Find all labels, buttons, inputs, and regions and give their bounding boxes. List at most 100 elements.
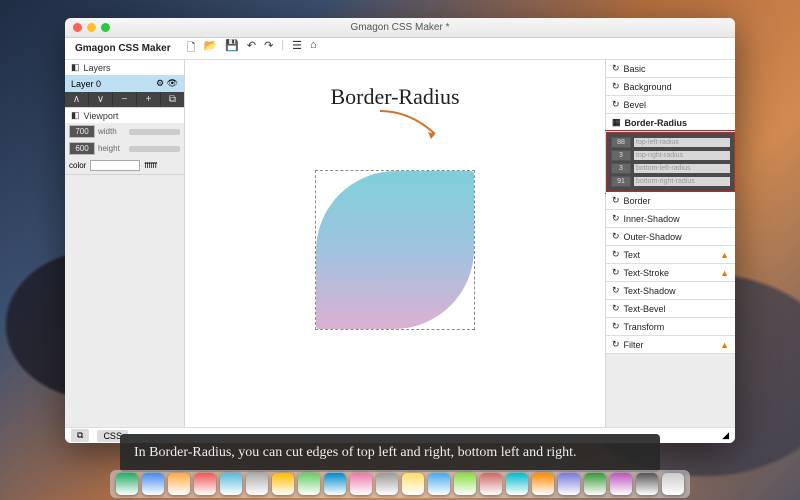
rss-icon[interactable]: ☰ [292,39,302,58]
dock-app-15[interactable] [506,473,528,495]
dock-app-1[interactable] [142,473,164,495]
right-sidebar: ↻Basic↻Background↻Bevel ▦ Border-Radius … [605,60,735,427]
accordion-border[interactable]: ↻Border [606,192,735,210]
minimize-icon[interactable] [87,23,96,32]
layer-controls: ∧ ∨ − + ⧉ [65,92,184,107]
layer-up-button[interactable]: ∧ [65,92,89,107]
accordion-text[interactable]: ↻Text▲ [606,246,735,264]
height-slider[interactable] [129,146,180,152]
viewport-panel-header[interactable]: ◧ Viewport [65,108,184,123]
layer-down-button[interactable]: ∨ [89,92,113,107]
dock-app-4[interactable] [220,473,242,495]
dock-app-14[interactable] [480,473,502,495]
tutorial-caption: In Border-Radius, you can cut edges of t… [120,434,660,472]
accordion-text-stroke[interactable]: ↻Text-Stroke▲ [606,264,735,282]
accordion-label: Outer-Shadow [624,232,682,242]
dock-app-11[interactable] [402,473,424,495]
border-radius-label: Border-Radius [625,118,688,128]
refresh-icon: ↻ [612,249,620,260]
dock-app-19[interactable] [610,473,632,495]
accordion-outer-shadow[interactable]: ↻ Outer-Shadow [606,228,735,246]
layer-item[interactable]: Layer 0 ⚙ 👁 [65,75,184,92]
tab-canvas[interactable]: ⧉ [71,429,89,442]
refresh-icon: ↻ [612,195,620,206]
dock-app-18[interactable] [584,473,606,495]
accordion-label: Transform [624,322,665,332]
arrow-down-icon: ◧ [71,62,80,73]
annotation-arrow [375,106,445,151]
redo-icon[interactable]: ↷ [264,39,273,58]
accordion-text-bevel[interactable]: ↻Text-Bevel [606,300,735,318]
layer-duplicate-button[interactable]: ⧉ [161,92,184,107]
dock-app-5[interactable] [246,473,268,495]
accordion-label: Text [624,250,641,260]
dock-app-8[interactable] [324,473,346,495]
accordion-inner-shadow[interactable]: ↻Inner-Shadow [606,210,735,228]
viewport-width-input[interactable] [69,125,95,138]
preview-shape [316,171,474,329]
titlebar[interactable]: Gmagon CSS Maker * [65,18,735,38]
dock-app-10[interactable] [376,473,398,495]
layer-add-button[interactable]: + [137,92,161,107]
top-right-radius-label: top-right-radius [634,151,730,160]
layer-remove-button[interactable]: − [113,92,137,107]
top-right-radius-input[interactable] [611,150,631,161]
refresh-icon: ↻ [612,231,620,242]
refresh-icon: ↻ [612,339,620,350]
eye-icon[interactable]: 👁 [167,78,178,88]
color-swatch[interactable] [90,160,140,171]
zoom-icon[interactable] [101,23,110,32]
refresh-icon: ↻ [612,321,620,332]
new-file-icon[interactable]: 🗋 [187,39,196,58]
bottom-left-radius-label: bottom-left-radius [634,164,730,173]
color-value: ffffff [144,161,157,170]
accordion-transform[interactable]: ↻ Transform [606,318,735,336]
dock-app-17[interactable] [558,473,580,495]
dock-app-3[interactable] [194,473,216,495]
left-sidebar: ◧ Layers Layer 0 ⚙ 👁 ∧ ∨ − + ⧉ ◧ [65,60,185,427]
save-icon[interactable]: 💾 [225,39,239,58]
accordion-basic[interactable]: ↻Basic [606,60,735,78]
accordion-text-shadow[interactable]: ↻Text-Shadow [606,282,735,300]
dock-app-13[interactable] [454,473,476,495]
selection-bounds[interactable] [315,170,475,330]
dock-app-0[interactable] [116,473,138,495]
viewport-height-input[interactable] [69,142,95,155]
accordion-label: Text-Bevel [624,304,666,314]
border-radius-panel: top-left-radius top-right-radius bottom-… [606,132,735,192]
home-icon[interactable]: ⌂ [310,39,317,58]
macos-dock [110,470,690,498]
dock-app-6[interactable] [272,473,294,495]
height-label: height [98,144,126,153]
dock-app-9[interactable] [350,473,372,495]
accordion-label: Text-Stroke [624,268,670,278]
canvas[interactable]: Border-Radius [185,60,605,427]
bottom-right-radius-input[interactable] [611,176,631,187]
dock-app-16[interactable] [532,473,554,495]
accordion-background[interactable]: ↻Background [606,78,735,96]
dock-app-7[interactable] [298,473,320,495]
dock-app-20[interactable] [636,473,658,495]
accordion-bevel[interactable]: ↻Bevel [606,96,735,114]
dock-app-2[interactable] [168,473,190,495]
top-left-radius-label: top-left-radius [634,138,730,147]
open-file-icon[interactable]: 📂 [203,39,217,58]
arrow-down-icon: ◧ [71,110,80,121]
width-slider[interactable] [129,129,180,135]
gear-icon[interactable]: ⚙ [156,78,164,88]
dock-app-21[interactable] [662,473,684,495]
accordion-label: Background [624,82,672,92]
layers-panel-header[interactable]: ◧ Layers [65,60,184,75]
app-window: Gmagon CSS Maker * Gmagon CSS Maker 🗋 📂 … [65,18,735,443]
accordion-label: Text-Shadow [624,286,676,296]
accordion-filter[interactable]: ↻Filter▲ [606,336,735,354]
resize-grip-icon[interactable]: ◢ [722,430,729,441]
top-left-radius-input[interactable] [611,137,631,148]
warning-icon: ▲ [720,268,729,278]
dock-app-12[interactable] [428,473,450,495]
bottom-left-radius-input[interactable] [611,163,631,174]
color-label: color [69,161,86,170]
accordion-border-radius[interactable]: ▦ Border-Radius [606,114,735,132]
undo-icon[interactable]: ↶ [247,39,256,58]
close-icon[interactable] [73,23,82,32]
